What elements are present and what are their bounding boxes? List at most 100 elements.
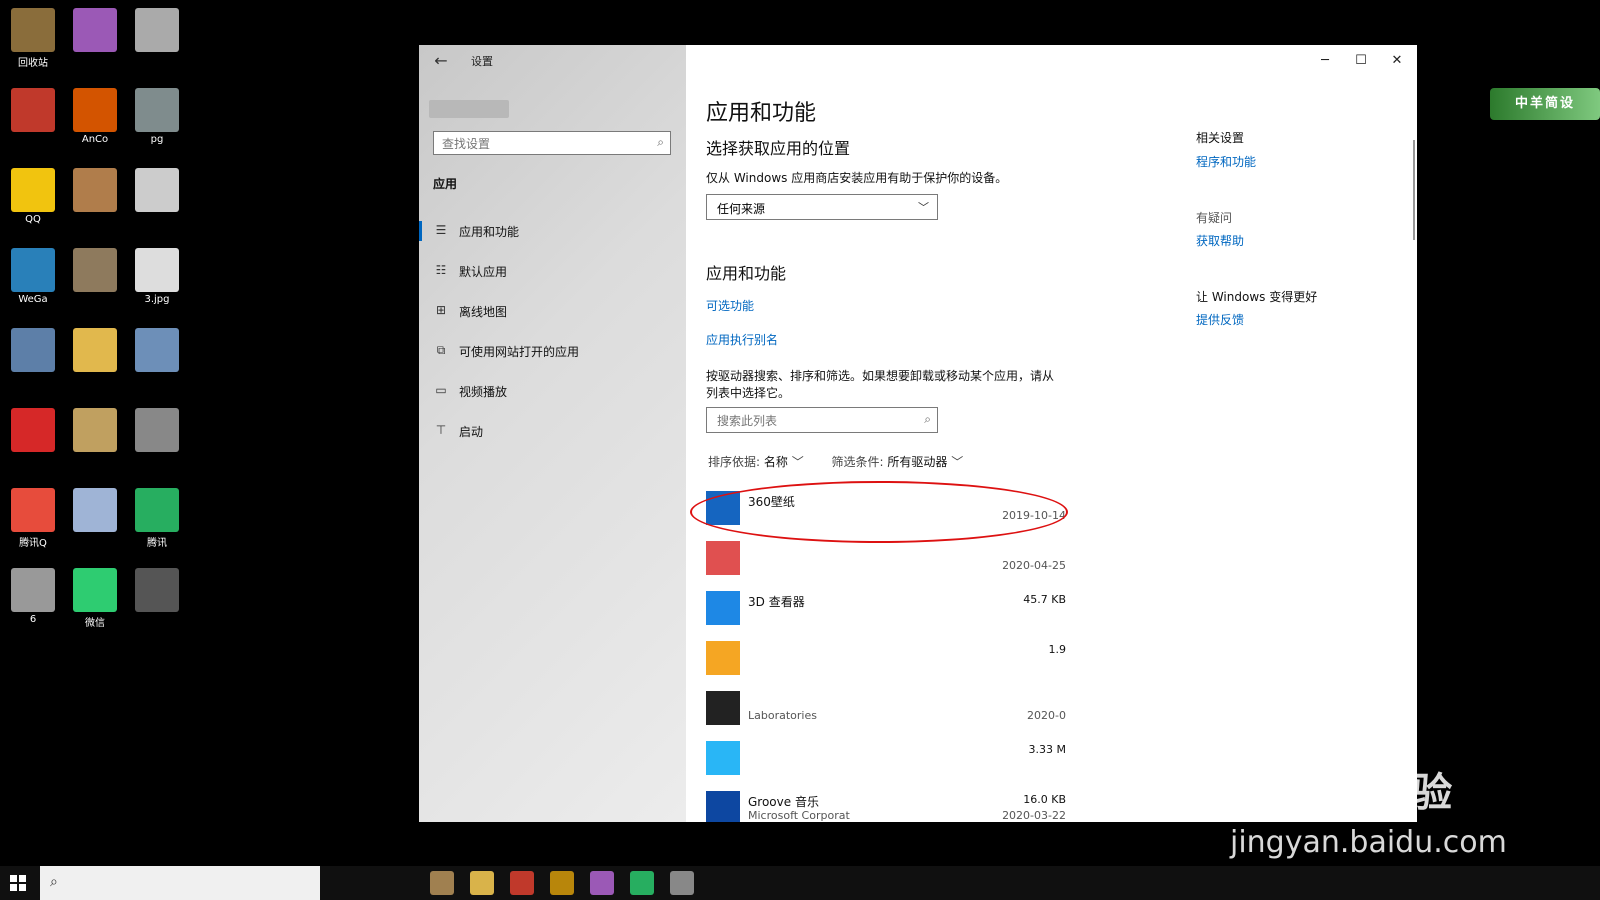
- app-list-item[interactable]: 2020-04-25: [706, 535, 1074, 583]
- desktop-icon[interactable]: pg: [128, 84, 186, 156]
- app-icon: [706, 641, 740, 675]
- app-source-dropdown[interactable]: 任何来源 ﹀: [706, 194, 938, 220]
- app-size: 1.9: [1048, 643, 1067, 656]
- desktop-icon[interactable]: [66, 244, 124, 316]
- app-icon: [706, 691, 740, 725]
- sidebar-item[interactable]: ⧉ 可使用网站打开的应用: [419, 333, 686, 369]
- minimize-button[interactable]: ─: [1307, 49, 1343, 73]
- get-help-link[interactable]: 获取帮助: [1196, 232, 1244, 249]
- baidu-watermark: Baidu 经验: [1230, 770, 1453, 816]
- app-list-item[interactable]: 3D 查看器 45.7 KB: [706, 585, 1074, 633]
- app-icon: [73, 408, 117, 452]
- app-list-search-box[interactable]: ⌕: [706, 407, 938, 433]
- settings-window: ← 设置 ⌕ 应用 ☰ 应用和功能 ☷ 默认应用 ⊞ 离线地图 ⧉ 可使用网站打开的应用 ▭ 视频…: [419, 45, 1417, 822]
- app-alias-link[interactable]: 应用执行别名: [706, 331, 778, 348]
- desktop-icon-label: 腾讯Q: [19, 538, 47, 549]
- app-icon: [706, 491, 740, 525]
- app-icon: [73, 8, 117, 52]
- app-list-item[interactable]: Groove 音乐 Microsoft Corporat 16.0 KB 2020-0…: [706, 785, 1074, 822]
- sort-dropdown[interactable]: 名称: [764, 455, 788, 469]
- app-list-item[interactable]: 1.9: [706, 635, 1074, 683]
- desktop-icon[interactable]: [128, 4, 186, 76]
- app-date: 2020-0: [1027, 709, 1066, 722]
- feedback-heading: 让 Windows 变得更好: [1196, 290, 1318, 304]
- desktop-icon[interactable]: WeGa: [4, 244, 62, 316]
- desktop-icon[interactable]: [66, 404, 124, 476]
- bag-icon[interactable]: [550, 871, 574, 895]
- desktop-icon[interactable]: 腾讯: [128, 484, 186, 556]
- red-app-icon[interactable]: [510, 871, 534, 895]
- install-section-title: 选择获取应用的位置: [706, 139, 851, 158]
- desktop-icon[interactable]: 腾讯Q: [4, 484, 62, 556]
- chevron-down-icon: ﹀: [791, 455, 808, 469]
- desktop-icon[interactable]: [128, 324, 186, 396]
- optional-features-link[interactable]: 可选功能: [706, 297, 754, 314]
- sidebar-item[interactable]: ☷ 默认应用: [419, 253, 686, 289]
- desktop-icon[interactable]: [128, 404, 186, 476]
- maximize-button[interactable]: ☐: [1343, 49, 1379, 73]
- desktop-icon[interactable]: [66, 324, 124, 396]
- app-list-search-input[interactable]: [715, 409, 919, 433]
- chevron-down-icon: ﹀: [918, 201, 929, 214]
- search-icon: ⌕: [924, 412, 931, 426]
- app-list-item[interactable]: 360壁纸 2019-10-14: [706, 485, 1074, 533]
- desktop-icon-label: WeGa: [18, 294, 48, 305]
- desktop-icon[interactable]: [66, 484, 124, 556]
- app-name: 3D 查看器: [748, 595, 805, 609]
- give-feedback-link[interactable]: 提供反馈: [1196, 311, 1244, 328]
- programs-features-link[interactable]: 程序和功能: [1196, 153, 1256, 170]
- taskbar-search-input[interactable]: [74, 868, 318, 900]
- desktop-icon[interactable]: [66, 4, 124, 76]
- apps-section-title: 应用和功能: [706, 264, 787, 283]
- windows-start-icon[interactable]: [10, 875, 26, 891]
- sidebar-item[interactable]: ⊤ 启动: [419, 413, 686, 449]
- app-list-item[interactable]: Laboratories 2020-0: [706, 685, 1074, 733]
- app-icon: [73, 328, 117, 372]
- desktop-icon[interactable]: [128, 564, 186, 636]
- search-icon: ⌕: [50, 874, 58, 890]
- desktop-icon-label: 腾讯: [147, 538, 167, 549]
- desktop-icon[interactable]: AnCo: [66, 84, 124, 156]
- dropdown-value: 任何来源: [717, 202, 766, 216]
- desktop-icon-label: 回收站: [18, 58, 48, 69]
- sidebar-item[interactable]: ▭ 视频播放: [419, 373, 686, 409]
- folder-icon[interactable]: [470, 871, 494, 895]
- app-icon: [11, 248, 55, 292]
- app-icon: [73, 88, 117, 132]
- desktop-icon[interactable]: [4, 404, 62, 476]
- close-button[interactable]: ✕: [1379, 49, 1415, 73]
- page-title: 应用和功能: [706, 101, 817, 126]
- app-list-item[interactable]: 3.33 M: [706, 735, 1074, 783]
- taskbar-search-box[interactable]: ⌕: [40, 866, 320, 900]
- desktop-icon[interactable]: [66, 164, 124, 236]
- colorful-app-icon[interactable]: [590, 871, 614, 895]
- desktop-icon[interactable]: 3.jpg: [128, 244, 186, 316]
- sidebar-item[interactable]: ⊞ 离线地图: [419, 293, 686, 329]
- app-icon: [135, 168, 179, 212]
- startup-icon: ⊤: [435, 423, 447, 437]
- sort-filter-bar: 排序依据: 名称 ﹀ 筛选条件: 所有驱动器 ﹀: [708, 453, 963, 470]
- sidebar-item[interactable]: ☰ 应用和功能: [419, 213, 686, 249]
- desktop-icon[interactable]: [4, 84, 62, 156]
- desktop-icon-label: 微信: [85, 618, 105, 629]
- desktop-icon[interactable]: 回收站: [4, 4, 62, 76]
- settings-search-box[interactable]: ⌕: [433, 131, 671, 155]
- scrollbar[interactable]: [1413, 140, 1415, 240]
- desktop-icon[interactable]: 6: [4, 564, 62, 636]
- desktop-icon[interactable]: [4, 324, 62, 396]
- app-name: 360壁纸: [748, 495, 795, 509]
- file-icon[interactable]: [430, 871, 454, 895]
- app-date: 2020-03-22: [1002, 809, 1066, 822]
- baidu-watermark-url: jingyan.baidu.com: [1230, 825, 1507, 860]
- app-icon: [135, 568, 179, 612]
- settings-search-input[interactable]: [440, 133, 644, 155]
- desktop-icon[interactable]: QQ: [4, 164, 62, 236]
- desktop-icon[interactable]: 微信: [66, 564, 124, 636]
- app-icon: [73, 168, 117, 212]
- back-arrow-icon[interactable]: ←: [431, 51, 451, 71]
- wechat-icon[interactable]: [630, 871, 654, 895]
- list-icon: ☰: [435, 223, 447, 237]
- desktop-icon[interactable]: [128, 164, 186, 236]
- filter-dropdown[interactable]: 所有驱动器: [887, 455, 947, 469]
- settings-icon[interactable]: [670, 871, 694, 895]
